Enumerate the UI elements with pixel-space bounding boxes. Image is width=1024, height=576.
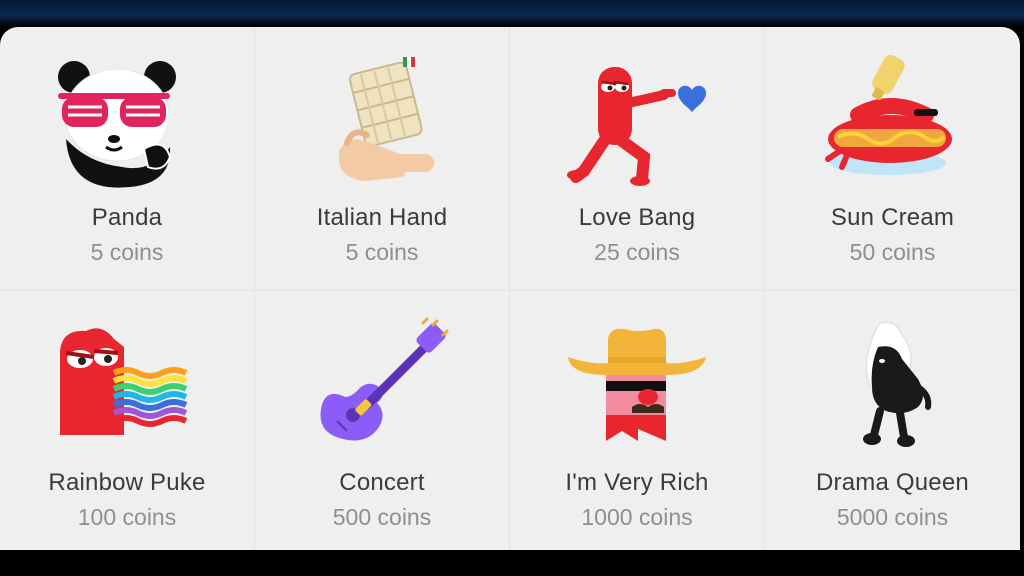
gift-name: Concert: [339, 469, 425, 496]
top-strip: [0, 0, 1024, 27]
gift-tile-rainbow-puke[interactable]: Rainbow Puke 100 coins: [0, 291, 255, 550]
gift-tile-sun-cream[interactable]: Sun Cream 50 coins: [765, 27, 1020, 291]
gift-price: 5 coins: [345, 239, 419, 265]
rainbow-puke-icon: [52, 317, 202, 457]
gift-price: 5 coins: [90, 239, 164, 265]
gift-tile-love-bang[interactable]: Love Bang 25 coins: [510, 27, 765, 291]
gift-name: Panda: [91, 204, 163, 231]
gift-tile-italian-hand[interactable]: Italian Hand 5 coins: [255, 27, 510, 291]
love-bang-icon: [562, 55, 712, 195]
gift-tile-drama-queen[interactable]: Drama Queen 5000 coins: [765, 291, 1020, 550]
gift-name: Italian Hand: [316, 204, 448, 231]
gift-price: 1000 coins: [581, 504, 693, 530]
gift-panel: Panda 5 coins Italian Hand 5 coins Love …: [0, 27, 1020, 550]
panda-icon: [52, 55, 202, 195]
guitar-icon: [307, 317, 457, 457]
gift-tile-concert[interactable]: Concert 500 coins: [255, 291, 510, 550]
gift-price: 100 coins: [77, 504, 177, 530]
gift-name: Sun Cream: [830, 204, 955, 231]
drama-queen-icon: [818, 317, 968, 457]
sun-cream-icon: [818, 55, 968, 195]
cowboy-icon: [562, 317, 712, 457]
gift-name: Drama Queen: [816, 469, 969, 496]
gift-price: 50 coins: [849, 239, 936, 265]
italian-hand-icon: [307, 55, 457, 195]
gift-name: Love Bang: [578, 204, 696, 231]
gift-grid: Panda 5 coins Italian Hand 5 coins Love …: [0, 27, 1020, 550]
gift-name: Rainbow Puke: [48, 469, 206, 496]
gift-price: 25 coins: [594, 239, 680, 265]
gift-price: 5000 coins: [836, 504, 949, 530]
gift-price: 500 coins: [332, 504, 432, 530]
gift-tile-im-very-rich[interactable]: I'm Very Rich 1000 coins: [510, 291, 765, 550]
gift-tile-panda[interactable]: Panda 5 coins: [0, 27, 255, 291]
gift-name: I'm Very Rich: [565, 469, 709, 496]
